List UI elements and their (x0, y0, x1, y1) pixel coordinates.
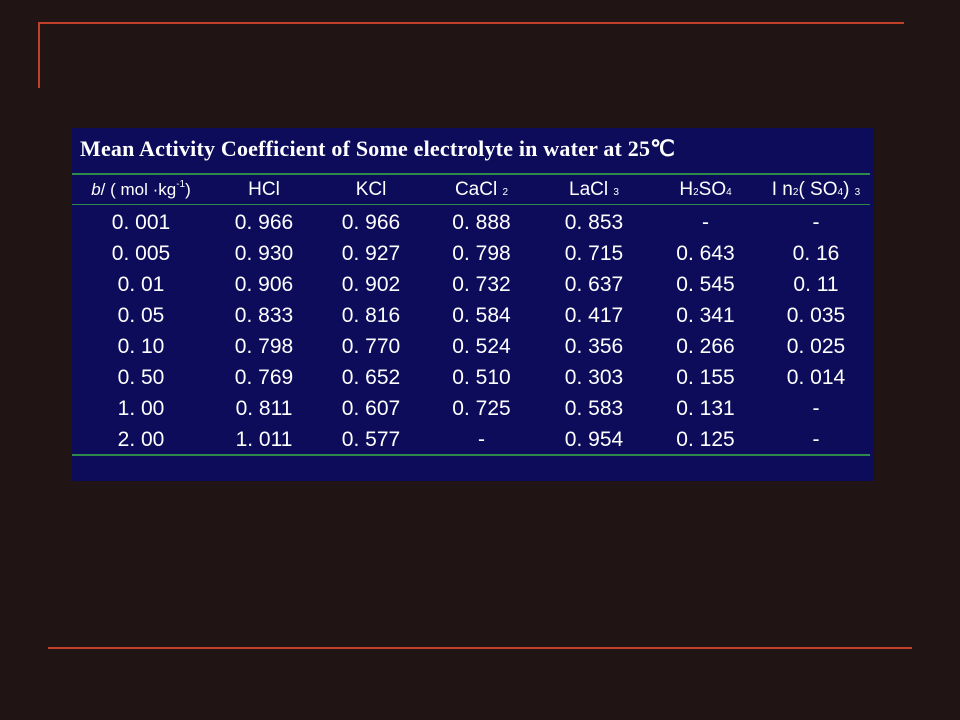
header-cacl2: CaCl 2 (454, 178, 509, 200)
table-cell: 0. 725 (452, 396, 511, 420)
table-cell: 0. 16 (792, 241, 840, 265)
table-cell: 0. 11 (793, 272, 839, 296)
table-cell: 0. 001 (111, 210, 171, 234)
table-cell: 0. 577 (341, 427, 401, 451)
table-row: 0. 50 0. 769 0. 652 0. 510 0. 303 0. 155 0. 01… (72, 362, 870, 393)
table-cell: 0. 966 (234, 210, 294, 234)
table-cell: 0. 035 (786, 303, 846, 327)
table-cell: 0. 816 (341, 303, 401, 327)
table-row: 2. 00 1. 011 0. 577 - 0. 954 0. 125 - (72, 424, 870, 455)
table-cell: 0. 966 (341, 210, 401, 234)
table-cell: 0. 014 (786, 365, 846, 389)
table-row: 0. 10 0. 798 0. 770 0. 524 0. 356 0. 266 0. 02… (72, 331, 870, 362)
table-cell: 0. 417 (564, 303, 624, 327)
bottom-rule (48, 647, 912, 649)
header-h2so4: H2SO4 (679, 178, 732, 200)
table-cell: 0. 341 (676, 303, 735, 327)
table-row: 0. 01 0. 906 0. 902 0. 732 0. 637 0. 545 0. 11 (72, 269, 870, 300)
table-cell: 0. 131 (676, 396, 735, 420)
table-row: 1. 00 0. 811 0. 607 0. 725 0. 583 0. 131 - (72, 393, 870, 424)
table-cell: - (702, 210, 709, 234)
table-cell: 0. 356 (564, 334, 624, 358)
table-cell: 0. 833 (234, 303, 294, 327)
table-cell: - (812, 427, 820, 451)
table-cell: 0. 798 (452, 241, 511, 265)
table-cell: 0. 10 (117, 334, 165, 358)
table-body: 0. 001 0. 966 0. 966 0. 888 0. 853- -0. 005 0.… (72, 204, 870, 455)
table-cell: 0. 906 (234, 272, 294, 296)
header-lacl3: LaCl 3 (569, 178, 619, 200)
table-row: 0. 001 0. 966 0. 966 0. 888 0. 853 - - (72, 204, 870, 238)
table-cell: 0. 715 (564, 241, 624, 265)
table-cell: 1. 011 (235, 427, 293, 451)
header-row: b/ ( mol ·kg-1) HCl KCl CaCl 2 LaCl 3 H2… (72, 175, 870, 204)
table-cell: 0. 769 (234, 365, 294, 389)
table-cell: 0. 583 (564, 396, 624, 420)
table-cell: 0. 005 (111, 241, 171, 265)
table-cell: - (812, 210, 820, 234)
table-cell: 0. 770 (341, 334, 401, 358)
table-cell: 0. 524 (452, 334, 511, 358)
table-cell: 0. 643 (676, 241, 735, 265)
table-cell: 0. 652 (341, 365, 401, 389)
table-cell: 0. 545 (676, 272, 735, 296)
table-row: 0. 05 0. 833 0. 816 0. 584 0. 417 0. 341 0. 03… (72, 300, 870, 331)
table-cell: 0. 125 (676, 427, 735, 451)
table-cell: 0. 01 (117, 272, 165, 296)
table-cell: 0. 888 (452, 210, 511, 234)
header-in2so43: I n2( SO4) 3 (771, 178, 861, 200)
table-cell: - (478, 427, 485, 451)
top-rule (40, 22, 904, 24)
table-cell: 2. 00 (117, 427, 165, 451)
table-cell: 0. 155 (676, 365, 735, 389)
header-kcl: KCl (355, 178, 387, 200)
table-cell: 0. 50 (117, 365, 165, 389)
table-cell: 0. 303 (564, 365, 624, 389)
table-cell: 0. 853 (564, 210, 624, 234)
table-cell: 0. 930 (234, 241, 294, 265)
table-cell: 0. 902 (341, 272, 401, 296)
table-cell: 0. 584 (452, 303, 511, 327)
table-cell: 0. 798 (234, 334, 294, 358)
table-cell: 0. 954 (564, 427, 624, 451)
table-cell: 0. 025 (786, 334, 846, 358)
table-cell: - (812, 396, 820, 420)
table-row: 0. 005 0. 930 0. 927 0. 798 0. 715 0. 643 0. 1… (72, 238, 870, 269)
table-cell: 0. 510 (452, 365, 511, 389)
table-cell: 0. 732 (452, 272, 511, 296)
table-cell: 1. 00 (117, 396, 165, 420)
table-panel: Mean Activity Coefficient of Some electr… (72, 128, 874, 481)
table-cell: 0. 05 (117, 303, 165, 327)
header-hcl: HCl (248, 178, 280, 200)
activity-coefficient-table: b/ ( mol ·kg-1) HCl KCl CaCl 2 LaCl 3 H2… (72, 175, 870, 455)
table-cell: 0. 637 (564, 272, 624, 296)
header-molality: b/ ( mol ·kg-1) (91, 179, 191, 199)
table-cell: 0. 927 (341, 241, 401, 265)
table-cell: 0. 607 (341, 396, 401, 420)
table-cell: 0. 811 (235, 396, 293, 420)
table-title: Mean Activity Coefficient of Some electr… (80, 136, 676, 161)
left-rule (38, 22, 40, 88)
table-cell: 0. 266 (676, 334, 735, 358)
